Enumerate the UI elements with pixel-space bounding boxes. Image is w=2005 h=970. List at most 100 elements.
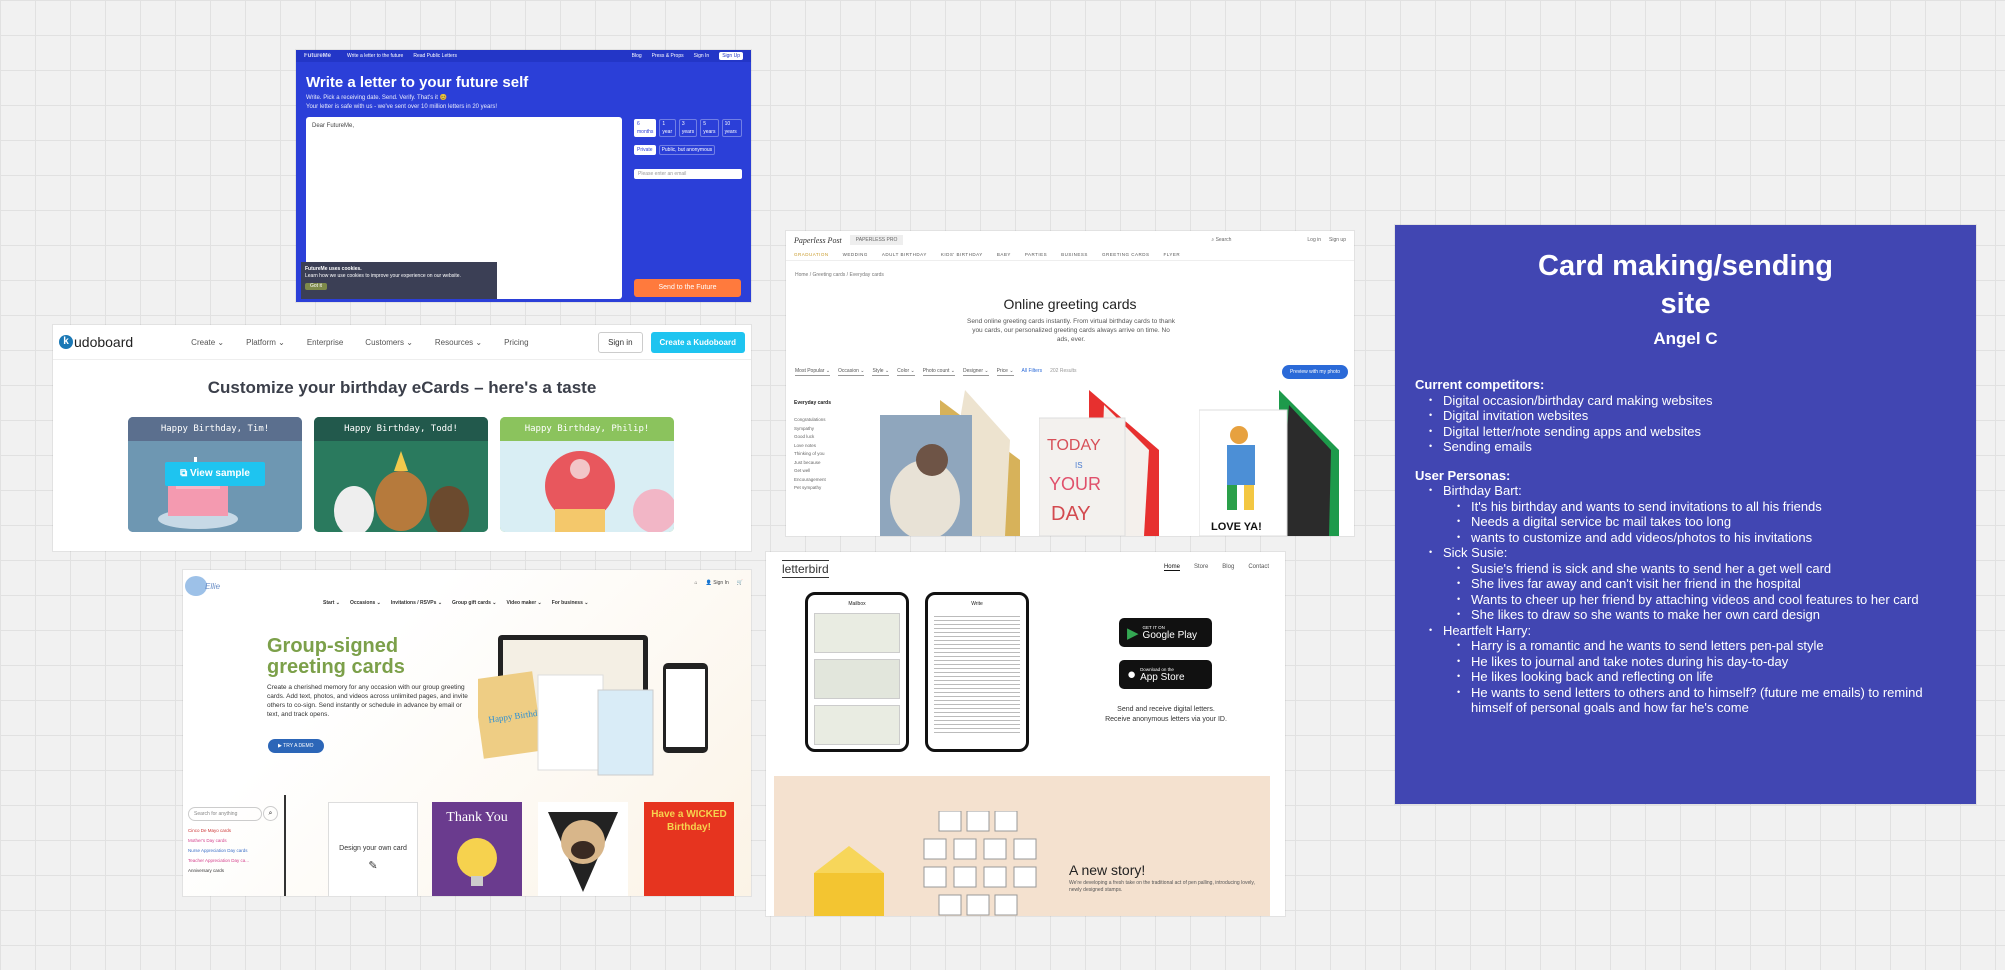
- menu-item[interactable]: Pricing: [504, 338, 528, 347]
- category-tab[interactable]: BUSINESS: [1061, 252, 1088, 257]
- all-filters-button[interactable]: All Filters: [1022, 368, 1043, 376]
- kudoboard-logo[interactable]: k udoboard: [59, 334, 133, 350]
- results-count: 202 Results: [1050, 368, 1077, 374]
- sidebar-link[interactable]: Congratulations: [794, 417, 826, 422]
- photo-card[interactable]: [880, 390, 1030, 536]
- category-tab[interactable]: GRADUATION: [794, 252, 829, 257]
- menu-item[interactable]: Occasions ⌄: [350, 600, 381, 606]
- search-field[interactable]: ⌕ Search: [1211, 237, 1231, 243]
- filter-dropdown[interactable]: Most Popular ⌄: [795, 368, 831, 376]
- paperless-logo[interactable]: Paperless Post: [794, 236, 842, 245]
- home-icon[interactable]: ⌂: [695, 580, 698, 586]
- category-tab[interactable]: KIDS' BIRTHDAY: [941, 252, 983, 257]
- menu-item[interactable]: Video maker ⌄: [507, 600, 542, 606]
- privacy-chip[interactable]: Private: [634, 145, 656, 155]
- futureme-sign-up[interactable]: Sign Up: [719, 52, 743, 60]
- futureme-nav-link[interactable]: Blog: [632, 53, 642, 59]
- signup-link[interactable]: Sign up: [1329, 237, 1346, 243]
- pug-card[interactable]: [538, 802, 628, 896]
- list-item[interactable]: Mother's Day cards: [188, 836, 249, 846]
- filter-dropdown[interactable]: Price ⌄: [996, 368, 1014, 376]
- menu-item[interactable]: For business ⌄: [552, 600, 589, 606]
- sidebar-link[interactable]: Encouragement: [794, 477, 826, 482]
- menu-item[interactable]: Customers ⌄: [365, 338, 413, 347]
- ecard-philip[interactable]: Happy Birthday, Philip!: [500, 417, 674, 532]
- card-search-input[interactable]: Search for anything: [188, 807, 262, 821]
- privacy-chip[interactable]: Public, but anonymous: [658, 145, 716, 155]
- filter-dropdown[interactable]: Designer ⌄: [962, 368, 989, 376]
- filter-dropdown[interactable]: Photo count ⌄: [922, 368, 955, 376]
- list-item[interactable]: Nurse Appreciation Day cards: [188, 846, 249, 856]
- sidebar-link[interactable]: Sympathy: [794, 426, 814, 431]
- option-chip[interactable]: 5 years: [700, 119, 719, 137]
- list-item[interactable]: Teacher Appreciation Day ca...: [188, 856, 249, 866]
- wicked-birthday-card[interactable]: Have a WICKED Birthday!: [644, 802, 734, 896]
- option-chip[interactable]: 1 year: [659, 119, 676, 137]
- option-chip[interactable]: 3 years: [678, 119, 698, 137]
- ecard-tim[interactable]: Happy Birthday, Tim! ⧉ View sample: [128, 417, 302, 532]
- futureme-nav-link[interactable]: Press & Props: [652, 53, 684, 59]
- app-store-button[interactable]: ● Download on the App Store: [1119, 660, 1212, 689]
- category-tab[interactable]: PARTIES: [1025, 252, 1047, 257]
- menu-item[interactable]: Start ⌄: [323, 600, 340, 606]
- futureme-sign-in[interactable]: Sign In: [694, 53, 710, 59]
- project-sticky-note[interactable]: Card making/sending site Angel C Current…: [1395, 225, 1976, 804]
- menu-item[interactable]: Contact: [1248, 564, 1269, 571]
- sidebar-link[interactable]: Love notes: [794, 443, 816, 448]
- cookie-accept-button[interactable]: Got it: [305, 283, 327, 290]
- love-ya-card[interactable]: LOVE YA!: [1199, 390, 1349, 536]
- sidebar-link[interactable]: Good luck: [794, 434, 814, 439]
- search-icon[interactable]: ⌕: [263, 806, 278, 821]
- login-link[interactable]: Log in: [1307, 237, 1321, 243]
- kudoboard-signin-button[interactable]: Sign in: [598, 331, 643, 353]
- futureme-nav-link[interactable]: Write a letter to the future: [347, 53, 403, 59]
- menu-item[interactable]: Enterprise: [307, 338, 343, 347]
- list-item[interactable]: Cinco De Mayo cards: [188, 826, 249, 836]
- sidebar-link[interactable]: Just because: [794, 460, 821, 465]
- futureme-email-input[interactable]: Please enter an email: [634, 169, 742, 179]
- filter-dropdown[interactable]: Color ⌄: [897, 368, 915, 376]
- sidebar-link[interactable]: Pet sympathy: [794, 485, 821, 490]
- menu-item[interactable]: Create ⌄: [191, 338, 224, 347]
- create-kudoboard-button[interactable]: Create a Kudoboard: [650, 331, 745, 353]
- category-tab[interactable]: WEDDING: [843, 252, 868, 257]
- group-cards-screenshot: Ellie ⌂ 👤 Sign In 🛒 Start ⌄ Occasions ⌄ …: [183, 570, 751, 896]
- view-sample-button[interactable]: ⧉ View sample: [165, 462, 265, 486]
- category-tab[interactable]: GREETING CARDS: [1102, 252, 1150, 257]
- try-demo-button[interactable]: ▶ TRY A DEMO: [268, 739, 324, 753]
- ecard-todd[interactable]: Happy Birthday, Todd!: [314, 417, 488, 532]
- menu-item[interactable]: Group gift cards ⌄: [452, 600, 496, 606]
- thank-you-card[interactable]: Thank You: [432, 802, 522, 896]
- paperless-pro-logo[interactable]: PAPERLESS PRO: [849, 235, 904, 245]
- breadcrumb: Home / Greeting cards / Everyday cards: [795, 272, 884, 278]
- menu-item[interactable]: Invitations / RSVPs ⌄: [391, 600, 442, 606]
- menu-item[interactable]: Store: [1194, 564, 1208, 571]
- futureme-logo[interactable]: FutureMe: [304, 53, 331, 59]
- filter-dropdown[interactable]: Occasion ⌄: [838, 368, 865, 376]
- menu-item[interactable]: Home: [1163, 564, 1180, 571]
- option-chip[interactable]: 10 years: [721, 119, 742, 137]
- user-icon[interactable]: 👤 Sign In: [706, 580, 729, 586]
- category-tab[interactable]: ADULT BIRTHDAY: [882, 252, 927, 257]
- filter-dropdown[interactable]: Style ⌄: [872, 368, 890, 376]
- preview-photo-button[interactable]: Preview with my photo: [1281, 365, 1348, 379]
- cart-icon[interactable]: 🛒: [737, 580, 743, 586]
- option-chip[interactable]: 6 months: [634, 119, 657, 137]
- today-is-your-day-card[interactable]: TODAY IS YOUR DAY: [1039, 390, 1164, 536]
- sidebar-link[interactable]: Thinking of you: [794, 451, 825, 456]
- menu-item[interactable]: Resources ⌄: [435, 338, 482, 347]
- category-tab[interactable]: FLYER: [1163, 252, 1180, 257]
- design-own-card[interactable]: Design your own card ✎: [328, 802, 418, 896]
- menu-item[interactable]: Blog: [1222, 564, 1234, 571]
- ellie-logo[interactable]: Ellie: [205, 582, 220, 591]
- ellie-logo-icon[interactable]: [185, 576, 207, 596]
- sidebar-link[interactable]: Get well: [794, 468, 810, 473]
- menu-item[interactable]: Platform ⌄: [246, 338, 285, 347]
- category-tab[interactable]: BABY: [997, 252, 1011, 257]
- futureme-nav-link[interactable]: Read Public Letters: [413, 53, 457, 59]
- letterbird-logo[interactable]: letterbird: [782, 560, 829, 578]
- google-play-button[interactable]: ▶ GET IT ON Google Play: [1119, 618, 1212, 647]
- send-to-future-button[interactable]: Send to the Future: [634, 279, 741, 297]
- greeting-category-nav: GRADUATION WEDDING ADULT BIRTHDAY KIDS' …: [786, 249, 1354, 261]
- list-item[interactable]: Anniversary cards: [188, 866, 249, 876]
